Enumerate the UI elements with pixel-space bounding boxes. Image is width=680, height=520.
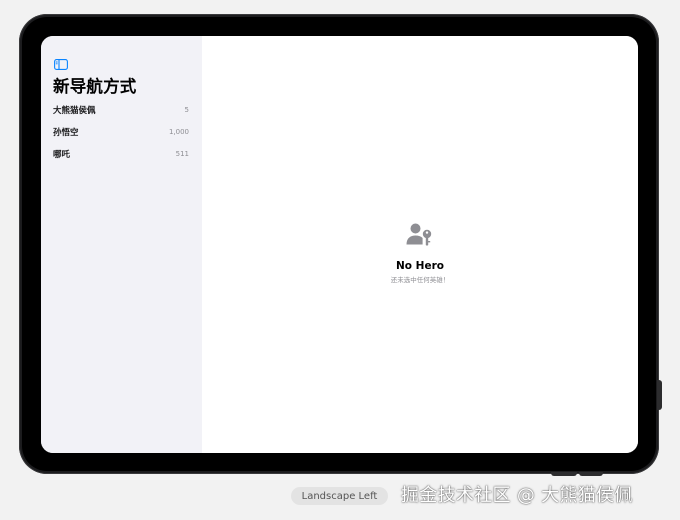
list-item-name: 孙悟空 (53, 128, 79, 138)
list-item-count: 5 (184, 106, 189, 114)
list-item-name: 大熊猫侯佩 (53, 106, 96, 116)
empty-state-subtitle: 还未选中任何英雄！ (390, 276, 450, 284)
device-screen: 新导航方式 大熊猫侯佩 5 孙悟空 1,000 哪吒 511 No Hero 还… (41, 36, 638, 453)
detail-pane: No Hero 还未选中任何英雄！ (202, 36, 638, 453)
sidebar-left-icon[interactable] (54, 55, 68, 70)
hero-list: 大熊猫侯佩 5 孙悟空 1,000 哪吒 511 (41, 99, 202, 165)
list-item-count: 1,000 (168, 128, 189, 136)
sidebar: 新导航方式 大熊猫侯佩 5 孙悟空 1,000 哪吒 511 (41, 36, 202, 453)
list-item[interactable]: 大熊猫侯佩 5 (41, 99, 202, 121)
empty-state-title: No Hero (396, 260, 444, 272)
device-bottom-tab (551, 472, 577, 476)
list-item-name: 哪吒 (53, 150, 71, 160)
orientation-label: Landscape Left (291, 487, 388, 505)
device-side-button (657, 380, 662, 410)
device-bottom-tab (579, 472, 603, 476)
list-item-count: 511 (175, 150, 189, 158)
canvas: 新导航方式 大熊猫侯佩 5 孙悟空 1,000 哪吒 511 No Hero 还… (0, 0, 680, 520)
list-item[interactable]: 孙悟空 1,000 (41, 121, 202, 143)
sidebar-title: 新导航方式 (53, 77, 137, 96)
person-key-icon (406, 223, 434, 247)
empty-state: No Hero 还未选中任何英雄！ (202, 223, 638, 284)
list-item[interactable]: 哪吒 511 (41, 143, 202, 165)
watermark: 掘金技术社区 @ 大熊猫侯佩 (401, 485, 633, 506)
